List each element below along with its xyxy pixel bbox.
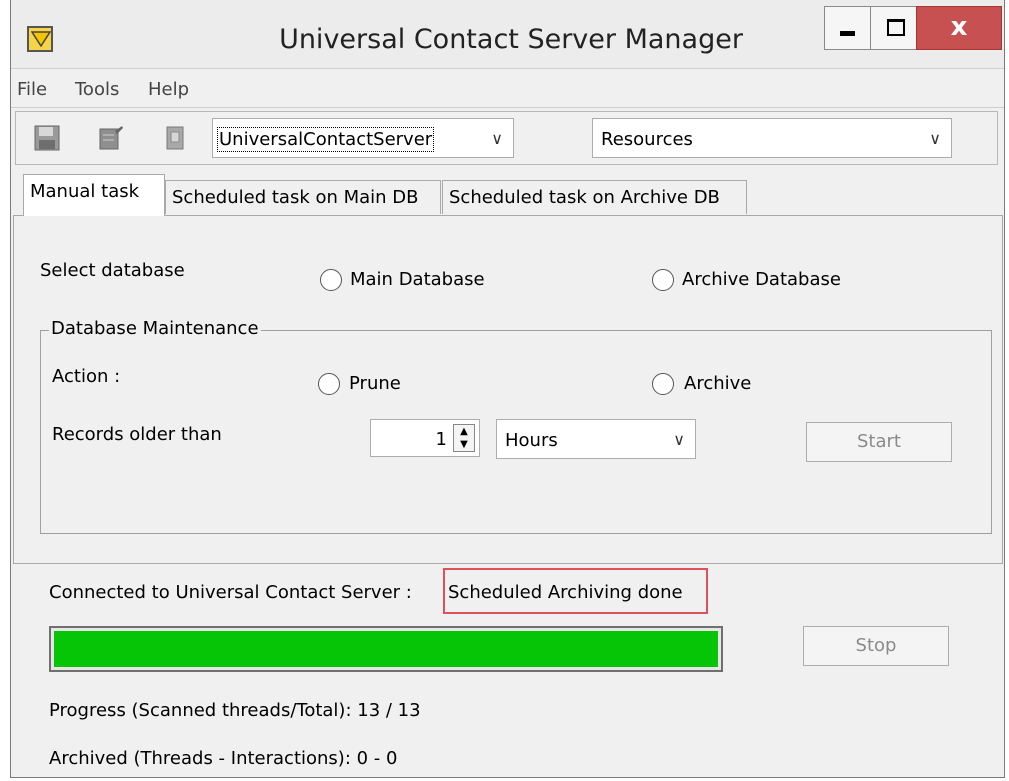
tab-scheduled-archive-db[interactable]: Scheduled task on Archive DB xyxy=(442,180,747,214)
records-older-stepper[interactable]: 1 ▲ ▼ xyxy=(370,419,480,457)
progress-fill xyxy=(54,631,718,667)
menu-bar: File Tools Help xyxy=(11,69,1004,108)
app-window: Universal Contact Server Manager x File … xyxy=(10,0,1005,778)
archive-radio[interactable] xyxy=(652,373,674,395)
stop-button[interactable]: Stop xyxy=(803,626,949,666)
main-database-radio[interactable] xyxy=(320,269,342,291)
copy-icon[interactable] xyxy=(162,125,188,151)
server-select[interactable]: UniversalContactServer ∨ xyxy=(212,118,514,158)
prune-label[interactable]: Prune xyxy=(349,373,401,394)
manual-task-panel: Select database Main Database Archive Da… xyxy=(13,215,1003,564)
edit-icon[interactable] xyxy=(98,125,124,151)
archive-label[interactable]: Archive xyxy=(684,373,751,394)
connection-status-label: Connected to Universal Contact Server : xyxy=(49,582,412,603)
tab-scheduled-main-db[interactable]: Scheduled task on Main DB xyxy=(165,180,441,214)
chevron-up-icon[interactable]: ▲ xyxy=(454,425,474,438)
chevron-down-icon[interactable]: ▼ xyxy=(454,438,474,451)
tab-strip: Manual task Scheduled task on Main DB Sc… xyxy=(11,170,1004,216)
archived-text: Archived (Threads - Interactions): 0 - 0 xyxy=(49,748,398,769)
view-select[interactable]: Resources ∨ xyxy=(592,118,952,158)
menu-file[interactable]: File xyxy=(17,79,47,100)
records-older-label: Records older than xyxy=(52,424,222,445)
main-database-label[interactable]: Main Database xyxy=(350,269,485,290)
tab-manual-task[interactable]: Manual task xyxy=(23,174,165,216)
chevron-down-icon: ∨ xyxy=(673,430,685,449)
maximize-icon xyxy=(887,19,905,36)
maximize-button[interactable] xyxy=(870,6,917,50)
close-icon: x xyxy=(950,12,968,42)
chevron-down-icon: ∨ xyxy=(491,129,503,148)
archive-database-radio[interactable] xyxy=(652,269,674,291)
close-button[interactable]: x xyxy=(916,6,1002,50)
toolbar: UniversalContactServer ∨ Resources ∨ xyxy=(15,111,998,165)
select-database-label: Select database xyxy=(40,260,185,281)
stepper-buttons[interactable]: ▲ ▼ xyxy=(453,424,475,452)
server-select-value: UniversalContactServer xyxy=(216,127,435,152)
view-select-value: Resources xyxy=(601,129,693,150)
menu-tools[interactable]: Tools xyxy=(75,79,119,100)
action-label: Action : xyxy=(52,366,121,387)
minimize-icon xyxy=(840,31,855,36)
start-button[interactable]: Start xyxy=(806,422,952,462)
prune-radio[interactable] xyxy=(318,373,340,395)
save-icon[interactable] xyxy=(34,125,60,151)
menu-help[interactable]: Help xyxy=(148,79,189,100)
time-unit-value: Hours xyxy=(505,430,558,451)
time-unit-select[interactable]: Hours ∨ xyxy=(496,419,696,459)
progress-bar xyxy=(49,626,723,672)
archive-database-label[interactable]: Archive Database xyxy=(682,269,841,290)
group-title: Database Maintenance xyxy=(49,318,261,339)
connection-status-value: Scheduled Archiving done xyxy=(448,582,683,603)
title-bar[interactable]: Universal Contact Server Manager x xyxy=(11,0,1004,69)
progress-text: Progress (Scanned threads/Total): 13 / 1… xyxy=(49,700,421,721)
minimize-button[interactable] xyxy=(824,6,871,50)
chevron-down-icon: ∨ xyxy=(929,129,941,148)
records-older-value: 1 xyxy=(435,429,447,450)
